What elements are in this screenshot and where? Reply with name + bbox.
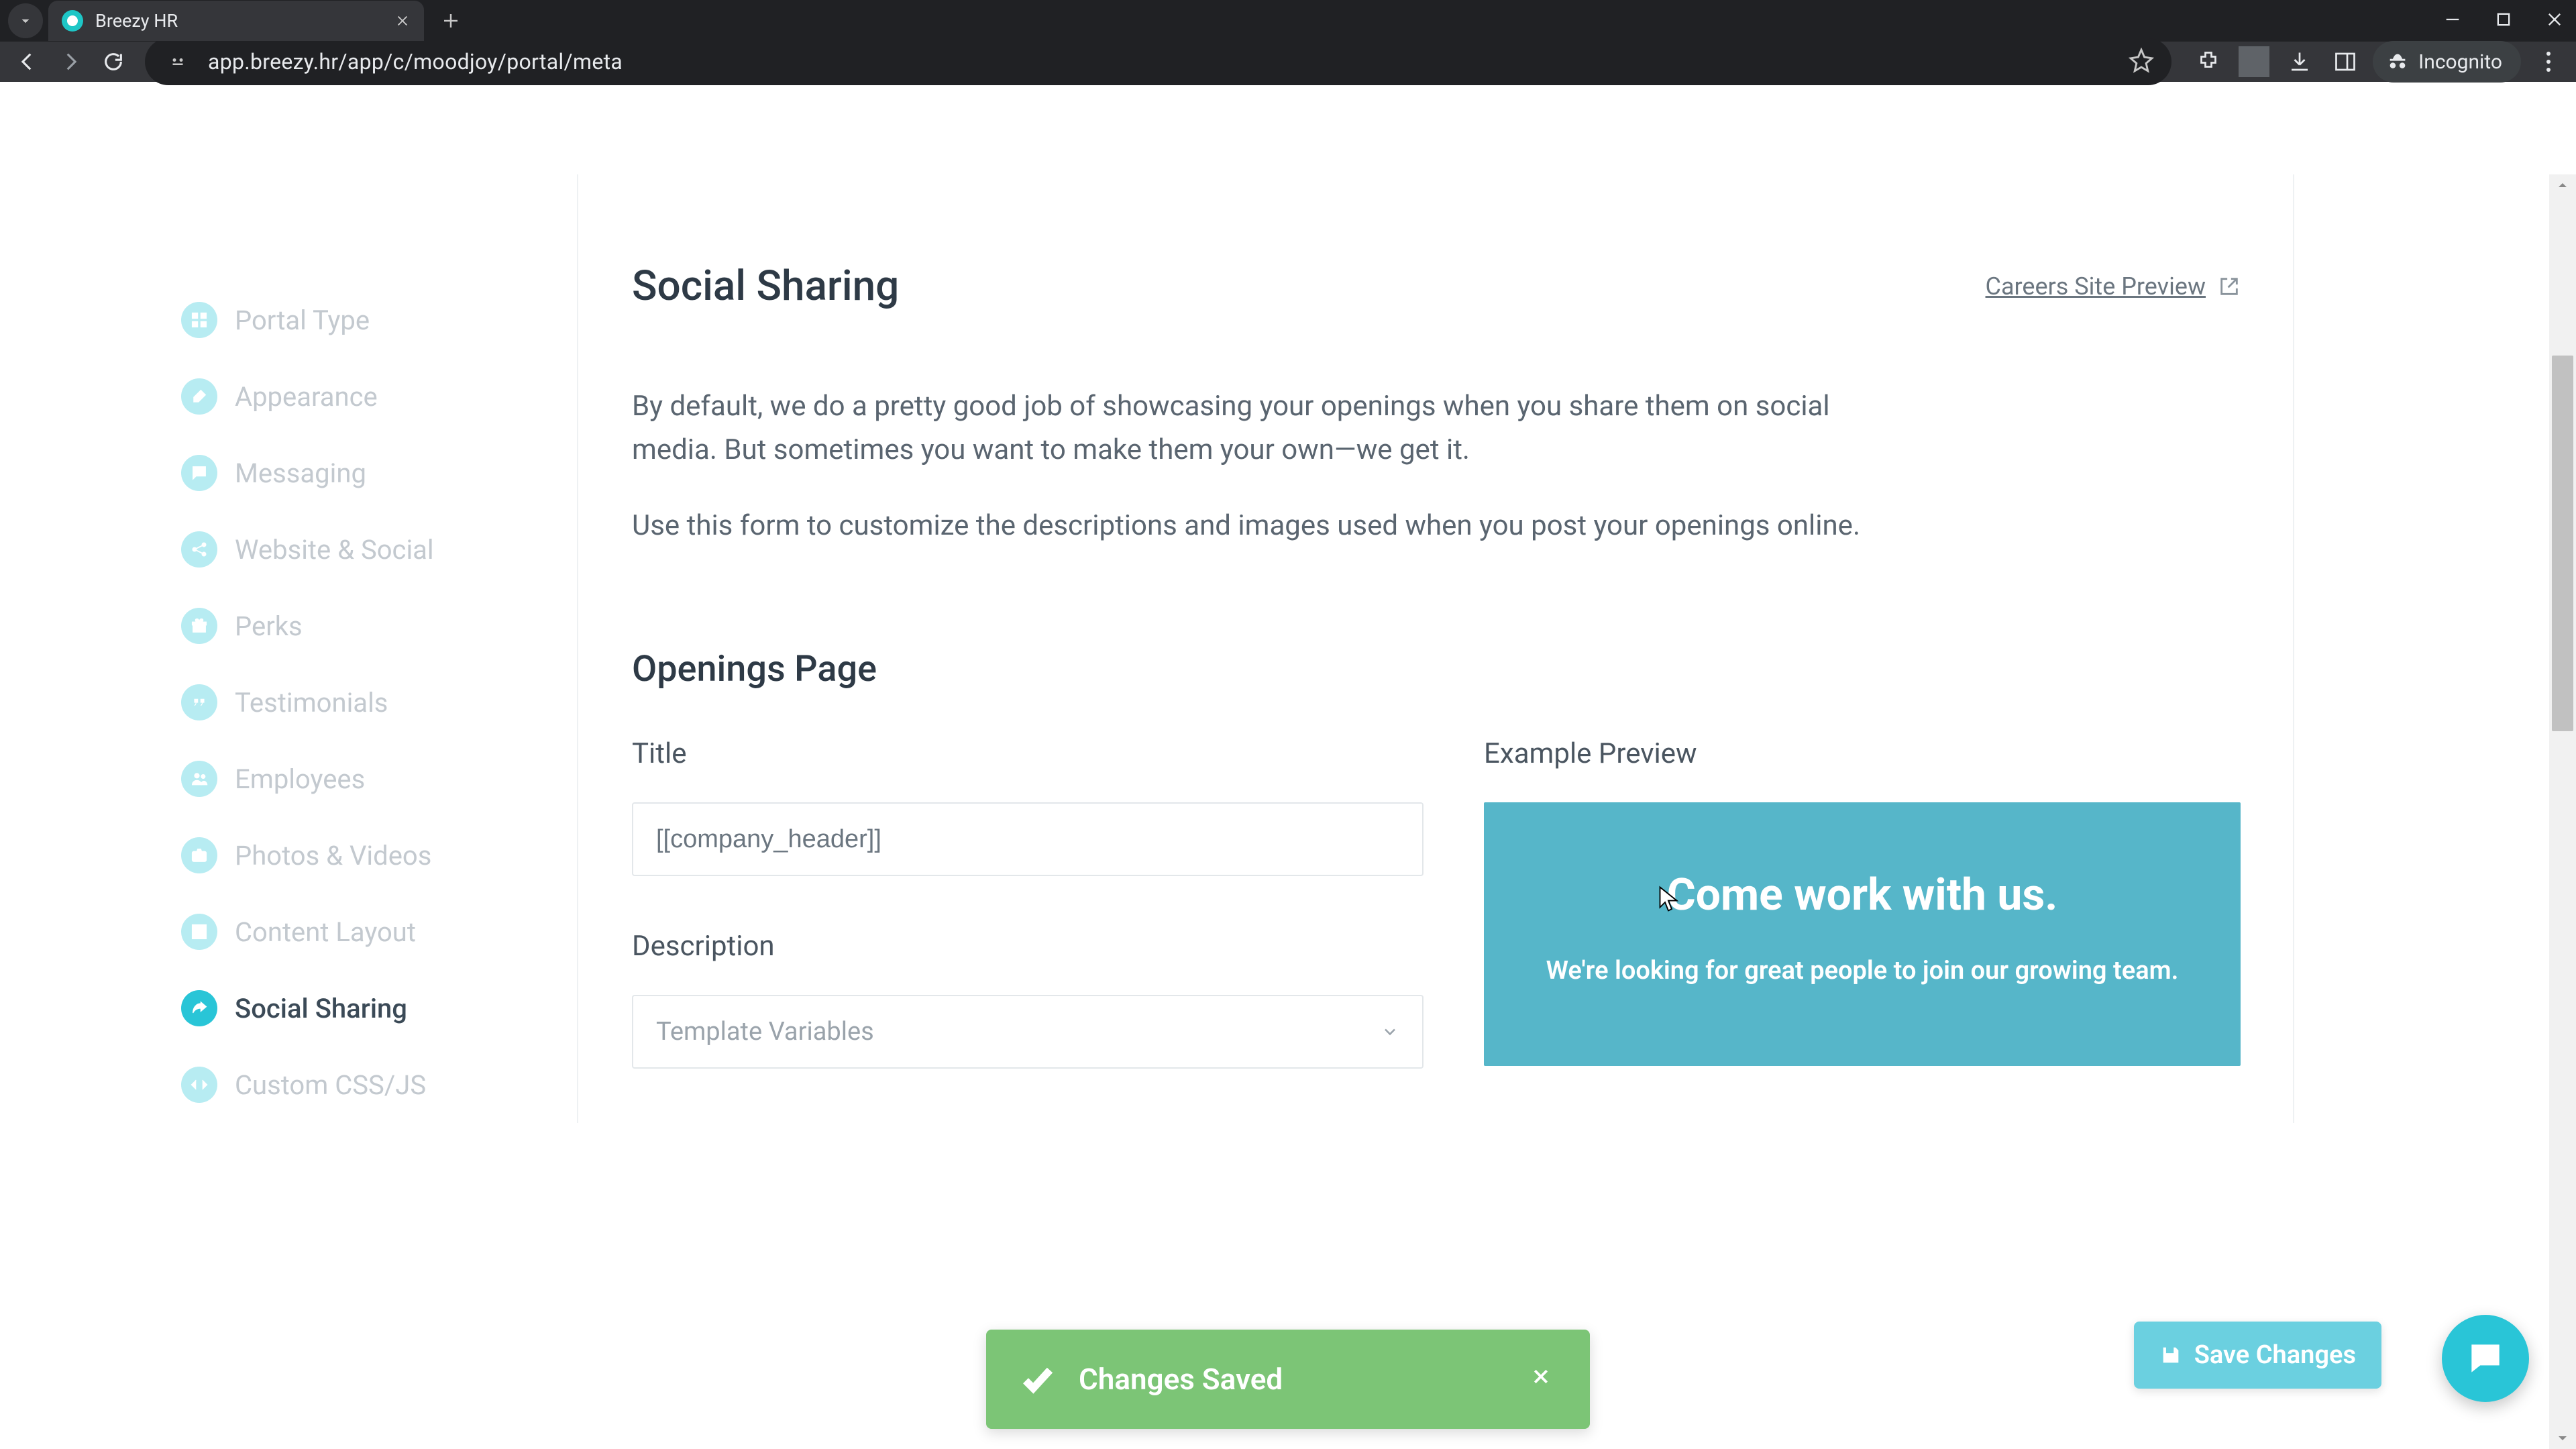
- browser-back-button[interactable]: [12, 46, 43, 77]
- tabs-dropdown-button[interactable]: [8, 3, 43, 38]
- title-input[interactable]: [632, 802, 1424, 876]
- sidebar-item-messaging[interactable]: Messaging: [181, 435, 577, 511]
- chat-icon: [2465, 1338, 2506, 1379]
- tab-strip: Breezy HR: [0, 0, 2576, 42]
- scrollbar[interactable]: [2549, 174, 2576, 1449]
- sidebar-item-website-social[interactable]: Website & Social: [181, 511, 577, 588]
- users-icon: [181, 761, 217, 797]
- save-button-label: Save Changes: [2194, 1340, 2356, 1370]
- share-icon: [181, 531, 217, 568]
- new-tab-button[interactable]: [435, 5, 467, 37]
- window-controls: [2443, 0, 2564, 42]
- save-changes-button[interactable]: Save Changes: [2134, 1322, 2381, 1389]
- sidepanel-icon[interactable]: [2330, 46, 2361, 77]
- browser-chrome: Breezy HR app.breezy.hr/app/c/moodjoy/po…: [0, 0, 2576, 82]
- changes-saved-toast: Changes Saved: [986, 1330, 1590, 1429]
- chat-fab-button[interactable]: [2442, 1315, 2529, 1402]
- extensions-icon[interactable]: [2193, 46, 2224, 77]
- sidebar-item-label: Employees: [235, 763, 365, 795]
- save-icon: [2159, 1344, 2182, 1366]
- browser-menu-button[interactable]: [2533, 46, 2564, 77]
- share-arrow-icon: [181, 990, 217, 1026]
- sidebar-item-content-layout[interactable]: Content Layout: [181, 894, 577, 970]
- browser-tab[interactable]: Breezy HR: [48, 1, 424, 41]
- intro-paragraph: By default, we do a pretty good job of s…: [632, 384, 1880, 472]
- sidebar-item-label: Perks: [235, 610, 303, 642]
- chevron-down-icon: [1381, 1022, 1399, 1041]
- sidebar-item-appearance[interactable]: Appearance: [181, 358, 577, 435]
- sidebar-item-social-sharing[interactable]: Social Sharing: [181, 970, 577, 1046]
- toast-text: Changes Saved: [1079, 1362, 1283, 1397]
- preview-subheading: We're looking for great people to join o…: [1524, 956, 2200, 985]
- window-close-button[interactable]: [2545, 10, 2564, 32]
- url-text: app.breezy.hr/app/c/moodjoy/portal/meta: [208, 49, 623, 74]
- example-preview-label: Example Preview: [1484, 737, 2241, 770]
- sidebar-item-label: Photos & Videos: [235, 840, 431, 871]
- sidebar-item-label: Portal Type: [235, 305, 370, 336]
- sidebar-item-label: Appearance: [235, 381, 378, 413]
- title-field-label: Title: [632, 737, 1424, 770]
- sidebar-item-testimonials[interactable]: Testimonials: [181, 664, 577, 741]
- description-field-label: Description: [632, 930, 1424, 963]
- toolbar-divider: [2239, 46, 2269, 77]
- careers-preview-link[interactable]: Careers Site Preview: [1986, 272, 2241, 301]
- bookmark-star-icon[interactable]: [2129, 48, 2154, 76]
- sidebar-item-label: Content Layout: [235, 916, 416, 948]
- address-bar-row: app.breezy.hr/app/c/moodjoy/portal/meta …: [0, 42, 2576, 82]
- sidebar-item-perks[interactable]: Perks: [181, 588, 577, 664]
- example-preview-card: Come work with us. We're looking for gre…: [1484, 802, 2241, 1066]
- toast-close-button[interactable]: [1531, 1366, 1556, 1392]
- preview-heading: Come work with us.: [1524, 869, 2200, 921]
- main-panel: Social Sharing Careers Site Preview By d…: [577, 174, 2294, 1123]
- site-settings-icon[interactable]: [162, 46, 193, 77]
- intro-paragraph: Use this form to customize the descripti…: [632, 504, 1880, 547]
- sidebar-item-label: Website & Social: [235, 534, 434, 566]
- code-icon: [181, 1067, 217, 1103]
- scrollbar-thumb[interactable]: [2552, 356, 2573, 731]
- tab-close-button[interactable]: [393, 11, 412, 30]
- grid-icon: [181, 302, 217, 338]
- window-minimize-button[interactable]: [2443, 10, 2462, 32]
- layout-icon: [181, 914, 217, 950]
- tab-favicon-icon: [62, 10, 83, 32]
- sidebar-item-custom-css-js[interactable]: Custom CSS/JS: [181, 1046, 577, 1123]
- check-icon: [1020, 1361, 1056, 1397]
- message-icon: [181, 455, 217, 491]
- toolbar-actions: [2193, 46, 2361, 77]
- brush-icon: [181, 378, 217, 415]
- page-body: Portal Type Appearance Messaging Website…: [0, 174, 2576, 1449]
- tab-title: Breezy HR: [95, 10, 393, 32]
- browser-reload-button[interactable]: [98, 46, 129, 77]
- section-title: Openings Page: [632, 648, 2241, 690]
- window-maximize-button[interactable]: [2494, 10, 2513, 32]
- mouse-cursor-icon: [1658, 885, 1678, 912]
- template-variables-dropdown[interactable]: Template Variables: [632, 995, 1424, 1069]
- intro-text: By default, we do a pretty good job of s…: [632, 384, 2241, 547]
- external-link-icon: [2218, 275, 2241, 298]
- scroll-down-icon[interactable]: [2555, 1430, 2571, 1446]
- gift-icon: [181, 608, 217, 644]
- sidebar-item-portal-type[interactable]: Portal Type: [181, 282, 577, 358]
- incognito-label: Incognito: [2418, 50, 2502, 74]
- address-bar[interactable]: app.breezy.hr/app/c/moodjoy/portal/meta: [145, 38, 2171, 85]
- sidebar-item-label: Social Sharing: [235, 993, 407, 1024]
- sidebar-item-employees[interactable]: Employees: [181, 741, 577, 817]
- panel-divider: [2293, 174, 2294, 1123]
- camera-icon: [181, 837, 217, 873]
- preview-link-label: Careers Site Preview: [1986, 272, 2206, 301]
- sidebar-item-label: Testimonials: [235, 687, 388, 718]
- settings-sidebar: Portal Type Appearance Messaging Website…: [181, 174, 577, 1123]
- sidebar-item-label: Messaging: [235, 458, 366, 489]
- downloads-icon[interactable]: [2284, 46, 2315, 77]
- incognito-indicator[interactable]: Incognito: [2373, 41, 2521, 83]
- sidebar-item-label: Custom CSS/JS: [235, 1069, 426, 1101]
- page-title: Social Sharing: [632, 262, 899, 311]
- browser-forward-button[interactable]: [55, 46, 86, 77]
- scroll-up-icon[interactable]: [2555, 177, 2571, 193]
- quote-icon: [181, 684, 217, 720]
- incognito-icon: [2386, 50, 2409, 73]
- sidebar-item-photos-videos[interactable]: Photos & Videos: [181, 817, 577, 894]
- dropdown-selected: Template Variables: [656, 1017, 874, 1046]
